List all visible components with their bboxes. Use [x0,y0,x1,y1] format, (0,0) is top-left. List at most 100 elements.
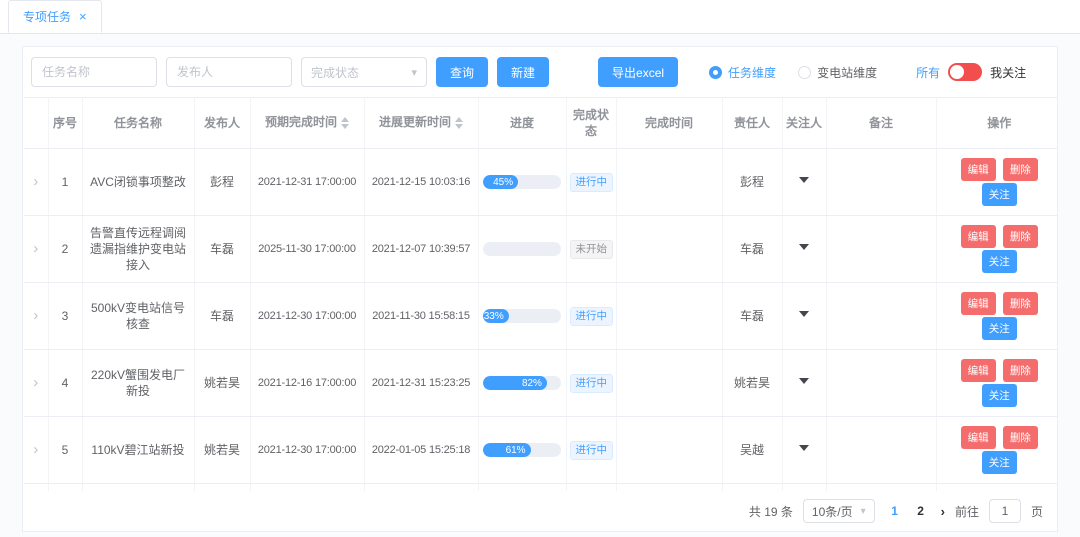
export-excel-button[interactable]: 导出excel [598,57,678,87]
chevron-down-icon: ▾ [861,506,866,517]
expand-row-icon[interactable]: › [33,375,38,390]
total-count: 共 19 条 [749,503,793,520]
table-row: › 4 220kV蟹围发电厂新投 姚若昊 2021-12-16 17:00:00… [24,350,1057,417]
page-size-select[interactable]: 10条/页 ▾ [803,499,875,523]
sort-expected-icon[interactable] [341,113,349,133]
follower-dropdown-icon[interactable] [799,311,809,322]
col-status: 完成状态 [566,98,616,149]
owner-cell: 吴越 [722,417,782,484]
task-name-cell: 500kV变电站信号核查 [82,283,194,350]
expected-time-cell: 2021-12-30 17:00:00 [250,417,364,484]
expand-row-icon[interactable]: › [33,442,38,457]
follow-button[interactable]: 关注 [982,183,1017,206]
finish-time-cell [616,484,722,491]
expected-time-cell: 2021-12-30 17:00:00 [250,283,364,350]
updated-time-cell: 2022-01-05 15:25:18 [364,417,478,484]
col-operations: 操作 [936,98,1057,149]
follow-button[interactable]: 关注 [982,451,1017,474]
expand-row-icon[interactable]: › [33,241,38,256]
follow-toggle[interactable] [948,63,982,81]
task-name-cell: 220kV钱树站新投 [82,484,194,491]
col-follower: 关注人 [782,98,826,149]
publisher-cell: 彭程 [194,149,250,216]
col-task-name: 任务名称 [82,98,194,149]
delete-button[interactable]: 删除 [1003,359,1038,382]
tab-special-tasks[interactable]: 专项任务 × [8,0,102,33]
remark-cell [826,149,936,216]
table-row: › 5 110kV碧江站新投 姚若昊 2021-12-30 17:00:00 2… [24,417,1057,484]
expected-time-cell: 2025-11-30 17:00:00 [250,216,364,283]
status-select-placeholder: 完成状态 [311,64,359,81]
radio-station-dimension[interactable]: 变电站维度 [798,64,877,81]
follower-dropdown-icon[interactable] [799,378,809,389]
radio-task-dimension[interactable]: 任务维度 [709,64,776,81]
goto-label: 前往 [955,503,979,520]
row-index: 6 [48,484,82,491]
follow-button[interactable]: 关注 [982,250,1017,273]
follower-dropdown-icon[interactable] [799,177,809,188]
expand-row-icon[interactable]: › [33,308,38,323]
delete-button[interactable]: 删除 [1003,158,1038,181]
task-name-cell: 告警直传远程调阅遗漏指维护变电站接入 [82,216,194,283]
table-row: › 3 500kV变电站信号核查 车磊 2021-12-30 17:00:00 … [24,283,1057,350]
delete-button[interactable]: 删除 [1003,426,1038,449]
col-progress: 进度 [478,98,566,149]
status-select[interactable]: 完成状态 ▾ [301,57,427,87]
sort-updated-icon[interactable] [455,113,463,133]
follow-switch-group: 所有 我关注 [916,63,1026,81]
finish-time-cell [616,417,722,484]
finish-time-cell [616,283,722,350]
publisher-cell: 姚若昊 [194,350,250,417]
expand-row-icon[interactable]: › [33,174,38,189]
create-button[interactable]: 新建 [497,57,549,87]
row-index: 5 [48,417,82,484]
publisher-cell: 姚若昊 [194,417,250,484]
owner-cell: 彭程 [722,149,782,216]
remark-cell [826,350,936,417]
expand-header [24,98,48,149]
dimension-radio-group: 任务维度 变电站维度 [709,64,877,81]
edit-button[interactable]: 编辑 [961,225,996,248]
progress-bar: 45% [483,175,561,189]
radio-unchecked-icon [798,66,811,79]
status-badge: 进行中 [570,374,614,394]
delete-button[interactable]: 删除 [1003,225,1038,248]
table-row: › 6 220kV钱树站新投 姚若昊 2021-12-30 17:00:00 2… [24,484,1057,491]
follower-dropdown-icon[interactable] [799,445,809,456]
edit-button[interactable]: 编辑 [961,292,996,315]
follower-dropdown-icon[interactable] [799,244,809,255]
edit-button[interactable]: 编辑 [961,359,996,382]
query-button[interactable]: 查询 [436,57,488,87]
row-index: 3 [48,283,82,350]
publisher-cell: 车磊 [194,216,250,283]
progress-bar: 33% [483,309,561,323]
follow-button[interactable]: 关注 [982,317,1017,340]
toggle-knob [950,65,964,79]
radio-checked-icon [709,66,722,79]
task-name-cell: AVC闭锁事项整改 [82,149,194,216]
progress-bar-fill: 45% [483,175,518,189]
col-remark: 备注 [826,98,936,149]
page-number[interactable]: 2 [911,504,931,518]
edit-button[interactable]: 编辑 [961,426,996,449]
delete-button[interactable]: 删除 [1003,292,1038,315]
task-name-input[interactable] [31,57,157,87]
owner-cell: 彭修亚 [722,484,782,491]
edit-button[interactable]: 编辑 [961,158,996,181]
table-body: › 1 AVC闭锁事项整改 彭程 2021-12-31 17:00:00 202… [24,149,1057,491]
progress-label: 61% [506,444,531,458]
main-panel: 完成状态 ▾ 查询 新建 导出excel 任务维度 变电站维度 所有 我关注 [22,46,1058,532]
goto-page-input[interactable] [989,499,1021,523]
follow-button[interactable]: 关注 [982,384,1017,407]
progress-label: 82% [522,377,547,391]
remark-cell [826,283,936,350]
chevron-down-icon: ▾ [411,66,417,79]
close-tab-icon[interactable]: × [79,10,87,23]
task-name-cell: 220kV蟹围发电厂新投 [82,350,194,417]
table-header-row: 序号 任务名称 发布人 预期完成时间 进展更新时间 进度 完成状态 完成时间 责… [24,98,1057,149]
table-row: › 2 告警直传远程调阅遗漏指维护变电站接入 车磊 2025-11-30 17:… [24,216,1057,283]
progress-label: 33% [484,310,509,324]
publisher-input[interactable] [166,57,292,87]
next-page-icon[interactable]: › [941,504,945,519]
page-number[interactable]: 1 [885,504,905,518]
